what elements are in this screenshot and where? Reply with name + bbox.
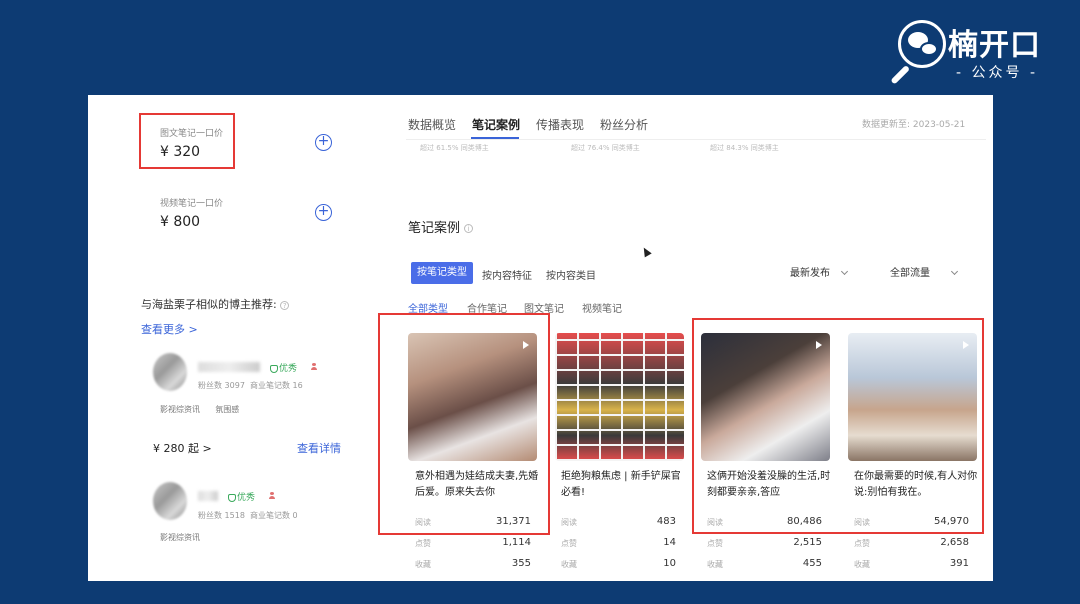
metric-read: 31,371 [496, 516, 531, 527]
metric-label-fav: 收藏 [561, 560, 577, 569]
metric-label-fav: 收藏 [854, 560, 870, 569]
data-updated: 数据更新至: 2023-05-21 [862, 120, 966, 130]
recommend-title-text: 与海盐栗子相似的博主推荐: [141, 298, 277, 311]
note-card-image[interactable] [848, 333, 977, 461]
magnifier-wechat-icon [898, 20, 946, 68]
blogger-price[interactable]: ¥ 280 起 > [153, 440, 212, 456]
highlight-box-price [139, 113, 235, 169]
metric-fav: 355 [511, 558, 531, 569]
info-icon[interactable]: i [464, 224, 474, 233]
subtab-video-notes[interactable]: 视频笔记 [582, 300, 622, 315]
tab-divider [406, 139, 986, 140]
metric-label-like: 点赞 [561, 539, 577, 548]
note-card-title[interactable]: 这俩开始没羞没臊的生活,时刻都要亲亲,答应 [707, 469, 836, 501]
metric-read: 80,486 [787, 516, 822, 527]
active-tab-indicator [471, 137, 519, 139]
filter-by-note-type[interactable]: 按笔记类型 [411, 262, 473, 284]
image-note-price-label: 图文笔记一口价 [160, 129, 224, 139]
note-card-image[interactable] [408, 333, 537, 461]
blogger-name-blurred[interactable] [198, 491, 218, 501]
flow-dropdown[interactable]: 全部流量 [890, 264, 959, 279]
metric-label-fav: 收藏 [415, 560, 431, 569]
video-play-icon [816, 341, 822, 349]
see-more-link[interactable]: 查看更多 > [141, 321, 198, 337]
hint-stat: 超过 84.3% 同类博主 [710, 144, 779, 152]
brand-logo: 楠开口 - 公众号 - [884, 14, 1064, 85]
chevron-down-icon [950, 267, 959, 276]
person-icon [269, 492, 275, 499]
metric-like: 2,658 [940, 537, 969, 548]
metric-label-read: 阅读 [561, 518, 577, 527]
screenshot-panel: 图文笔记一口价 ¥ 320 + 视频笔记一口价 ¥ 800 + 与海盐栗子相似的… [88, 95, 993, 581]
metric-label-read: 阅读 [854, 518, 870, 527]
blogger-stats: 粉丝数 3097 商业笔记数 16 [198, 381, 303, 390]
section-title: 笔记案例 i [408, 217, 474, 236]
shield-icon [270, 364, 278, 373]
note-card-image[interactable] [555, 333, 684, 461]
metric-label-read: 阅读 [707, 518, 723, 527]
hint-stat: 超过 61.5% 同类博主 [420, 144, 489, 152]
mouse-cursor-icon [640, 245, 652, 258]
video-note-price-label: 视频笔记一口价 [160, 199, 224, 209]
blogger-stats: 粉丝数 1518 商业笔记数 0 [198, 511, 298, 520]
hint-stat: 超过 76.4% 同类博主 [571, 144, 640, 152]
sort-dropdown[interactable]: 最新发布 [790, 264, 849, 279]
plus-circle-icon[interactable]: + [315, 204, 332, 221]
plus-circle-icon[interactable]: + [315, 134, 332, 151]
metric-read: 483 [656, 516, 676, 527]
shield-icon [228, 493, 236, 502]
avatar[interactable] [153, 482, 187, 520]
metric-label-like: 点赞 [415, 539, 431, 548]
status-badge: 优秀 [270, 361, 297, 374]
note-card-title[interactable]: 意外相遇为娃结成夫妻,先婚后爱。原来失去你 [415, 469, 544, 501]
person-icon [311, 363, 317, 370]
filter-by-content-category[interactable]: 按内容类目 [546, 267, 596, 282]
metric-fav: 10 [663, 558, 676, 569]
metric-like: 14 [663, 537, 676, 548]
image-note-price: ¥ 320 [160, 144, 201, 160]
metric-read: 54,970 [934, 516, 969, 527]
filter-by-content-feature[interactable]: 按内容特征 [482, 267, 532, 282]
tab-note-cases[interactable]: 笔记案例 [472, 116, 520, 133]
tab-fans[interactable]: 粉丝分析 [600, 116, 648, 133]
note-card-title[interactable]: 拒绝狗粮焦虑 | 新手铲屎官必看! [561, 469, 690, 501]
note-card-image[interactable] [701, 333, 830, 461]
status-badge: 优秀 [228, 490, 255, 503]
video-play-icon [523, 341, 529, 349]
blogger-name-blurred[interactable] [198, 362, 260, 372]
avatar[interactable] [153, 353, 187, 391]
metric-label-fav: 收藏 [707, 560, 723, 569]
metric-like: 1,114 [502, 537, 531, 548]
metric-label-like: 点赞 [707, 539, 723, 548]
brand-subtitle: - 公众号 - [956, 65, 1039, 81]
question-icon[interactable]: ? [280, 300, 290, 310]
video-note-price: ¥ 800 [160, 214, 201, 230]
blogger-tags: 影视综资讯 氛围感 [160, 405, 240, 414]
magnifier-handle [890, 64, 911, 85]
metric-like: 2,515 [793, 537, 822, 548]
tab-data-overview[interactable]: 数据概览 [408, 116, 456, 133]
metric-label-like: 点赞 [854, 539, 870, 548]
metric-label-read: 阅读 [415, 518, 431, 527]
brand-name: 楠开口 [948, 28, 1041, 63]
metric-fav: 391 [949, 558, 969, 569]
blogger-tags: 影视综资讯 [160, 533, 200, 542]
tab-spread[interactable]: 传播表现 [536, 116, 584, 133]
metric-fav: 455 [802, 558, 822, 569]
recommend-title: 与海盐栗子相似的博主推荐: ? [141, 296, 290, 312]
video-play-icon [963, 341, 969, 349]
view-detail-link[interactable]: 查看详情 [297, 440, 341, 456]
chevron-down-icon [840, 267, 849, 276]
note-card-title[interactable]: 在你最需要的时候,有人对你说:别怕有我在。 [854, 469, 983, 501]
